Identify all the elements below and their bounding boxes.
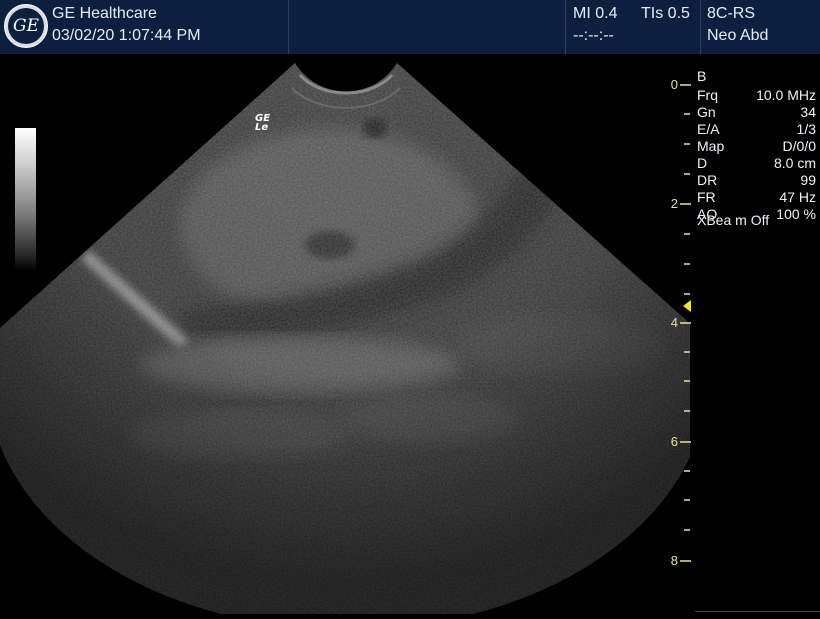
focus-marker-icon[interactable] xyxy=(683,300,691,312)
depth-label-8: 8 xyxy=(670,553,678,568)
depth-scale: 0 2 4 6 8 xyxy=(660,54,696,614)
header-divider xyxy=(288,0,289,54)
exam-datetime: 03/02/20 1:07:44 PM xyxy=(52,27,201,44)
bottom-divider xyxy=(695,611,820,612)
mechanical-index: MI 0.4 xyxy=(573,5,618,22)
depth-label-4: 4 xyxy=(670,315,678,330)
ultrasound-image-area[interactable]: GE Le xyxy=(0,54,695,614)
depth-label-2: 2 xyxy=(670,196,678,211)
parameter-panel: Frq 10.0 MHz Gn 34 E/A 1/3 Map D/0/0 D 8… xyxy=(697,87,820,223)
ge-logo-text: GE xyxy=(8,8,44,44)
param-row-frame-rate: FR 47 Hz xyxy=(697,189,816,205)
param-row-edge-averaging: E/A 1/3 xyxy=(697,121,816,137)
depth-scale-ticks xyxy=(680,84,691,562)
grayscale-bar xyxy=(15,128,36,270)
brand-name: GE Healthcare xyxy=(52,5,157,22)
depth-label-6: 6 xyxy=(670,434,678,449)
param-row-depth: D 8.0 cm xyxy=(697,155,816,171)
thermal-index: TIs 0.5 xyxy=(641,5,690,22)
ultrasound-sector-image xyxy=(0,63,695,614)
param-row-dynamic-range: DR 99 xyxy=(697,172,816,188)
probe-name: 8C-RS xyxy=(707,5,756,22)
header-divider xyxy=(700,0,701,54)
header-divider xyxy=(565,0,566,54)
exam-preset: Neo Abd xyxy=(707,27,769,44)
param-row-map: Map D/0/0 xyxy=(697,138,816,154)
header-bar: GE GE Healthcare 03/02/20 1:07:44 PM MI … xyxy=(0,0,820,54)
timer-readout: --:--:-- xyxy=(573,27,614,44)
param-row-gain: Gn 34 xyxy=(697,104,816,120)
xbeam-status: XBea m Off xyxy=(697,212,770,228)
ge-logo-icon: GE xyxy=(4,4,48,48)
orientation-marker: GE Le xyxy=(255,113,271,133)
param-row-frequency: Frq 10.0 MHz xyxy=(697,87,816,103)
imaging-mode: B xyxy=(697,68,707,84)
depth-label-0: 0 xyxy=(670,77,678,92)
